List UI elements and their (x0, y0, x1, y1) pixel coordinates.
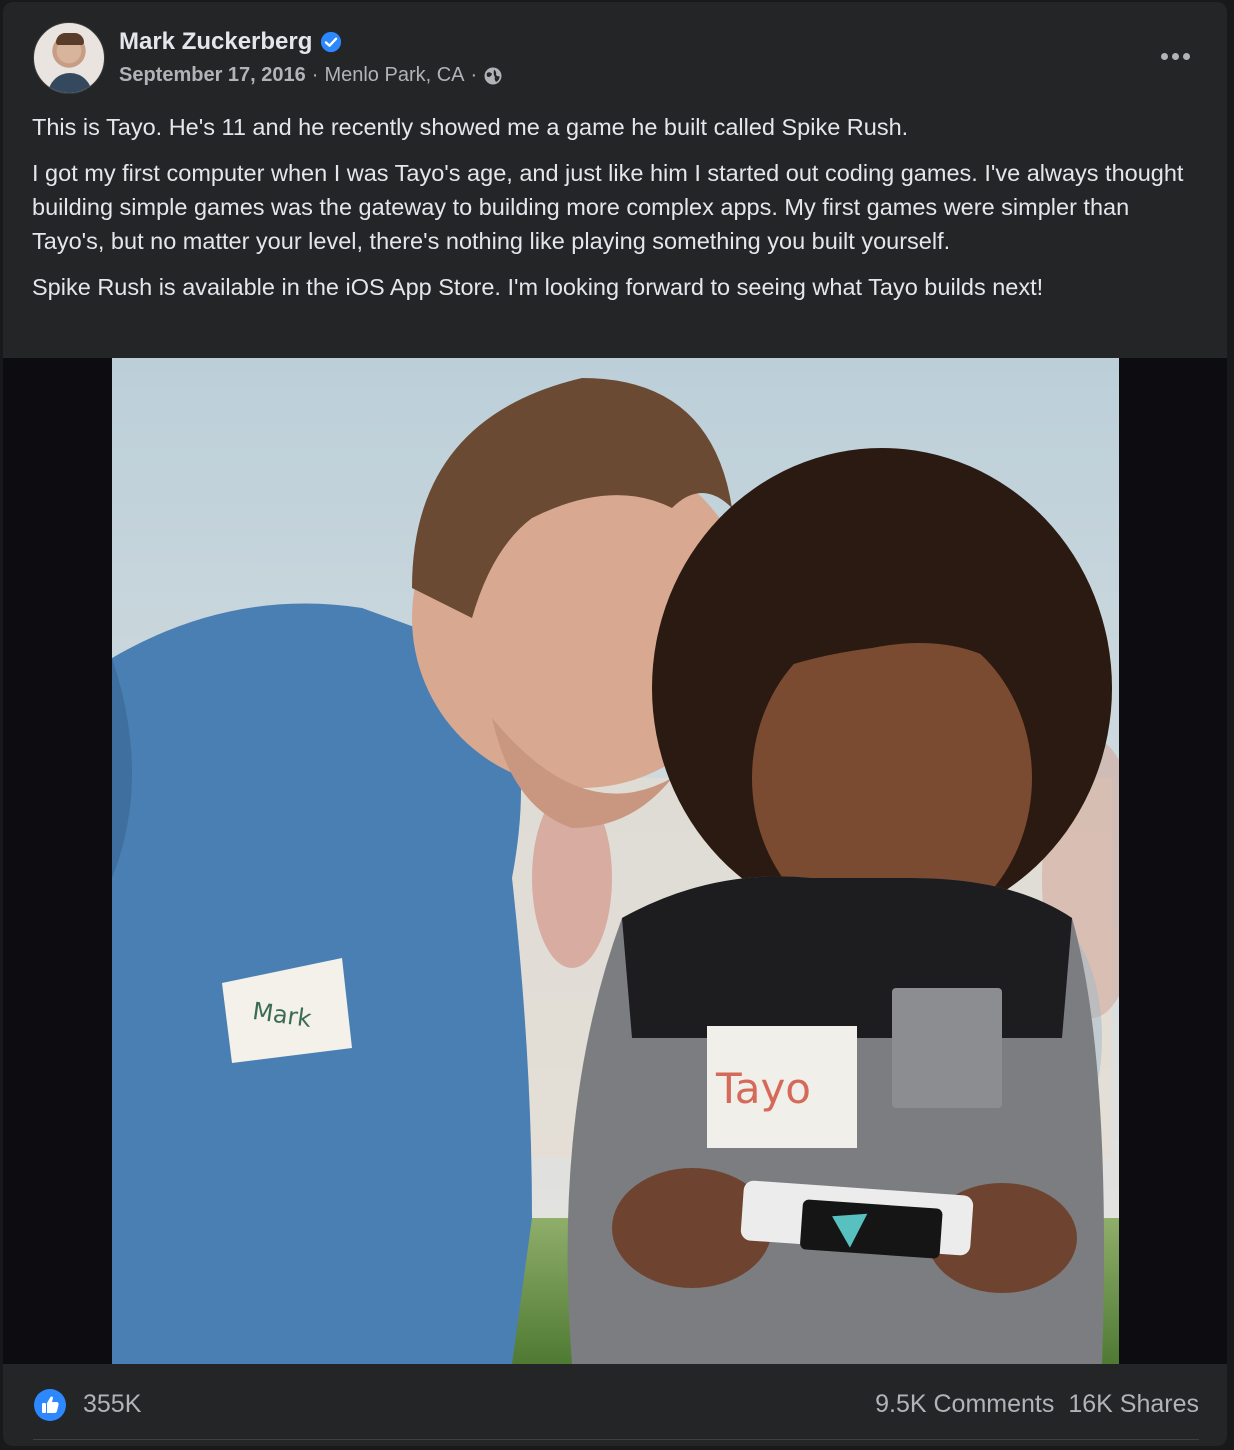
post-paragraph: This is Tayo. He's 11 and he recently sh… (32, 114, 909, 140)
shares-count[interactable]: 16K Shares (1068, 1390, 1199, 1419)
author-name[interactable]: Mark Zuckerberg (119, 28, 312, 56)
author-avatar[interactable] (33, 22, 105, 94)
post-card: Mark Zuckerberg September 17, 2016 · Men… (3, 2, 1227, 1446)
meta-separator: · (311, 64, 319, 86)
comments-count[interactable]: 9.5K Comments (875, 1390, 1054, 1419)
post-footer: 355K 9.5K Comments 16K Shares (3, 1364, 1227, 1446)
engagement-stats: 9.5K Comments 16K Shares (875, 1390, 1199, 1419)
post-location[interactable]: Menlo Park, CA (324, 64, 464, 87)
verified-badge-icon (321, 31, 342, 53)
post-meta: September 17, 2016 · Menlo Park, CA · (119, 64, 503, 87)
post-paragraph: I got my first computer when I was Tayo'… (32, 160, 1184, 254)
photo-illustration: Mark Tayo (112, 358, 1119, 1364)
meta-separator: · (470, 64, 478, 86)
post-photo[interactable]: Mark Tayo (112, 358, 1119, 1364)
more-options-icon[interactable] (1153, 40, 1197, 72)
photo-container: Mark Tayo (3, 358, 1227, 1364)
post-header: Mark Zuckerberg September 17, 2016 · Men… (33, 22, 1203, 98)
like-count[interactable]: 355K (83, 1390, 141, 1419)
post-text: This is Tayo. He's 11 and he recently sh… (32, 110, 1207, 316)
footer-divider (33, 1439, 1199, 1440)
name-tag-tayo: Tayo (715, 1064, 811, 1113)
globe-icon[interactable] (483, 66, 503, 86)
like-thumb-icon[interactable] (33, 1388, 67, 1422)
post-paragraph: Spike Rush is available in the iOS App S… (32, 274, 1044, 300)
author-name-row: Mark Zuckerberg (119, 28, 342, 56)
post-date[interactable]: September 17, 2016 (119, 64, 306, 87)
